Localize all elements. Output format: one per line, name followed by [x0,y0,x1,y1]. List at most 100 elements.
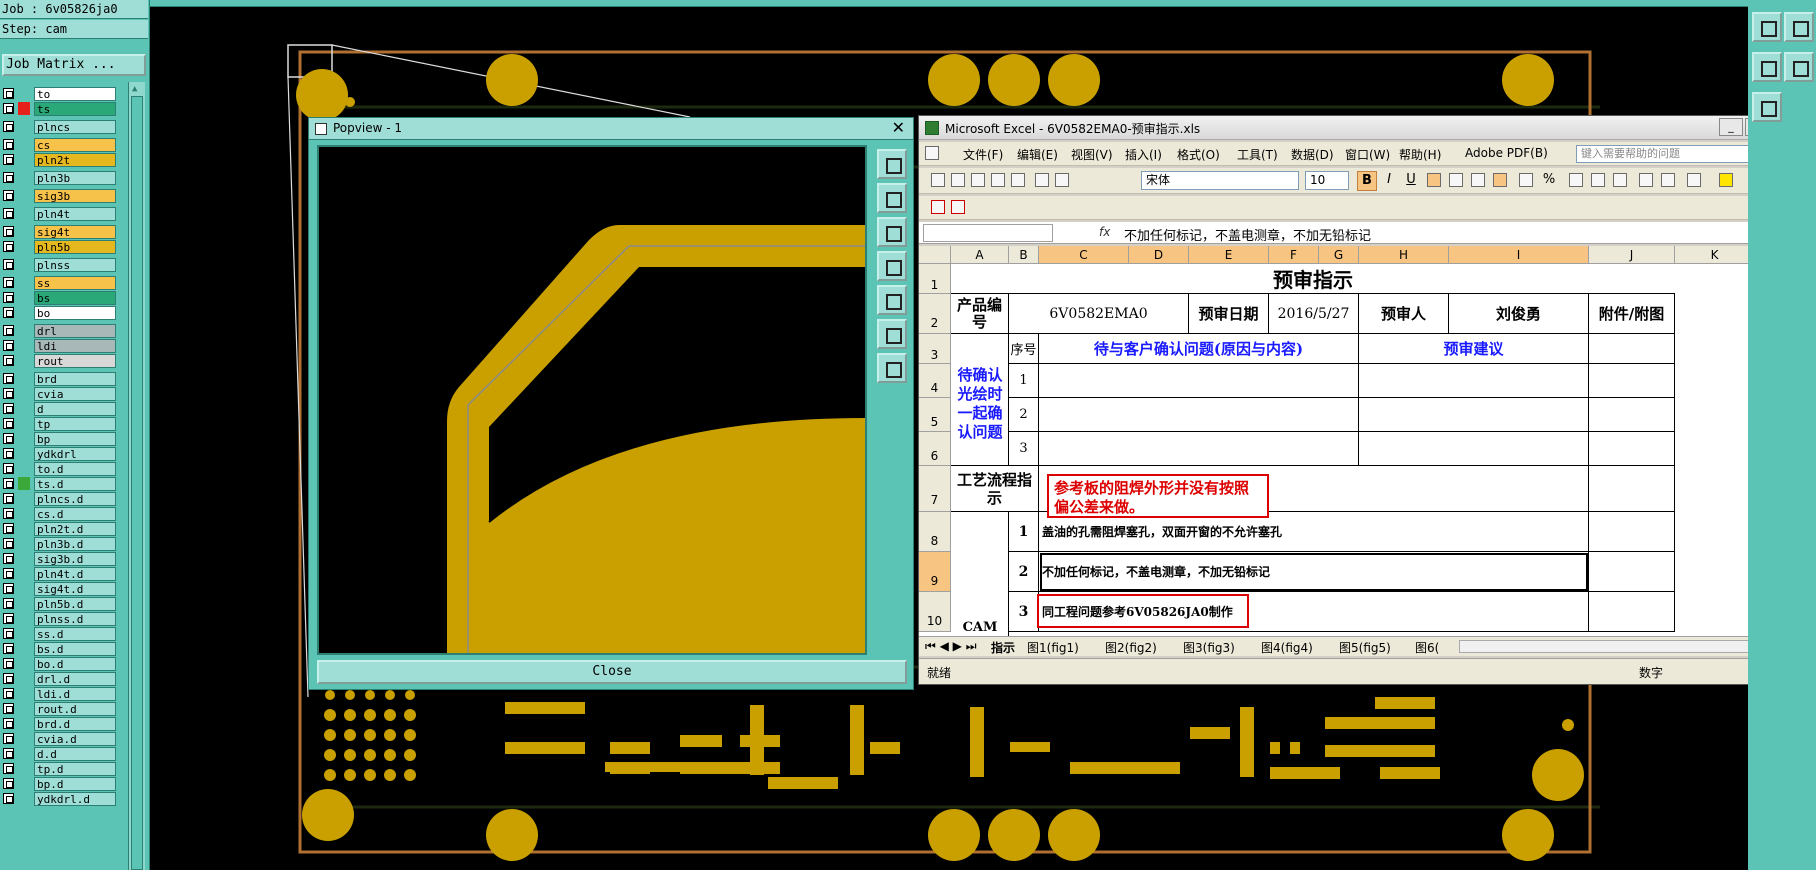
review-note-callout[interactable]: 参考板的阻焊外形并没有按照偏公差来做。 [1047,474,1269,518]
pending-num[interactable]: 3 [1009,432,1039,466]
layer-row[interactable]: sig3b [0,188,118,203]
layer-checkbox[interactable] [3,373,14,384]
scroll-thumb[interactable] [131,96,143,870]
row-header[interactable]: 4 [919,364,951,398]
layer-name[interactable]: bp.d [34,777,116,791]
layer-checkbox[interactable] [3,688,14,699]
excel-titlebar[interactable]: Microsoft Excel - 6V0582EMA0-预审指示.xls _ … [919,116,1815,140]
layer-checkbox[interactable] [3,307,14,318]
open-icon[interactable] [951,173,965,187]
layer-checkbox[interactable] [3,208,14,219]
layer-checkbox[interactable] [3,121,14,132]
layer-name[interactable]: to [34,87,116,101]
advice-cell[interactable] [1359,432,1589,466]
layer-row[interactable]: to.d [0,461,118,476]
horizontal-scrollbar[interactable] [1459,640,1779,653]
layer-row[interactable]: bs [0,290,118,305]
layer-row[interactable]: tp [0,416,118,431]
column-header[interactable]: C [1039,246,1129,264]
permission-icon[interactable] [991,173,1005,187]
layer-row[interactable]: pln5b [0,239,118,254]
formula-input[interactable]: 不加任何标记，不盖电测章，不加无铅标记 [1124,225,1371,244]
layer-name[interactable]: brd.d [34,717,116,731]
layer-row[interactable]: brd.d [0,716,118,731]
product-label[interactable]: 产品编号 [951,294,1009,334]
layer-name[interactable]: plncs [34,120,116,134]
layer-checkbox[interactable] [3,508,14,519]
layer-checkbox[interactable] [3,139,14,150]
date-value[interactable]: 2016/5/27 [1269,294,1359,334]
layer-name[interactable]: bo.d [34,657,116,671]
process-label[interactable]: 工艺流程指示 [951,466,1039,512]
zoom-in-button[interactable] [877,183,907,213]
help-search-input[interactable]: 键入需要帮助的问题 [1576,145,1754,163]
layer-row[interactable]: bp [0,431,118,446]
layer-name[interactable]: bs.d [34,642,116,656]
attachment-cell[interactable] [1589,364,1675,398]
layer-row[interactable]: drl [0,323,118,338]
layer-name[interactable]: plnss [34,258,116,272]
process-item[interactable]: 盖油的孔需阻焊塞孔，双面开窗的不允许塞孔 [1039,512,1589,552]
pending-num[interactable]: 2 [1009,398,1039,432]
row-header[interactable]: 8 [919,512,951,552]
layer-row[interactable]: sig4t.d [0,581,118,596]
layer-checkbox[interactable] [3,643,14,654]
underline-button[interactable]: U [1401,171,1421,191]
job-matrix-button[interactable]: Job Matrix ... [2,54,146,76]
view-tool-button[interactable] [1784,12,1814,42]
column-header[interactable]: D [1129,246,1189,264]
layer-checkbox[interactable] [3,478,14,489]
layer-row[interactable]: sig4t [0,224,118,239]
layer-checkbox[interactable] [3,778,14,789]
attachment-cell[interactable] [1589,334,1675,364]
layer-row[interactable]: rout.d [0,701,118,716]
sheet-tab[interactable]: 图6( [1415,639,1439,656]
layer-checkbox[interactable] [3,103,14,114]
layer-checkbox[interactable] [3,733,14,744]
close-button[interactable]: Close [317,660,907,684]
layer-name[interactable]: tp.d [34,762,116,776]
layer-checkbox[interactable] [3,523,14,534]
layer-row[interactable]: plncs.d [0,491,118,506]
worksheet-grid[interactable]: A B C D E F G H I J K 1 2 3 4 5 6 7 8 9 … [919,246,1815,636]
view-tool-button[interactable] [1752,52,1782,82]
layer-row[interactable]: pln5b.d [0,596,118,611]
column-header[interactable]: J [1589,246,1675,264]
layer-name[interactable]: pln5b [34,240,116,254]
decrease-indent-icon[interactable] [1639,173,1653,187]
reviewer-value[interactable]: 刘俊勇 [1449,294,1589,334]
row-header[interactable]: 3 [919,334,951,364]
layer-name[interactable]: sig4t [34,225,116,239]
layer-row[interactable]: pln3b [0,170,118,185]
row-header[interactable]: 10 [919,592,951,632]
row-header[interactable]: 2 [919,294,951,334]
date-label[interactable]: 预审日期 [1189,294,1269,334]
layer-checkbox[interactable] [3,793,14,804]
layer-name[interactable]: rout [34,354,116,368]
layer-name[interactable]: pln3b [34,171,116,185]
process-num[interactable]: 2 [1009,552,1039,592]
font-name-select[interactable]: 宋体 [1141,171,1299,190]
italic-button[interactable]: I [1379,171,1399,191]
advice-cell[interactable] [1359,364,1589,398]
layer-row[interactable]: bs.d [0,641,118,656]
scroll-up-icon[interactable]: ▲ [132,84,137,94]
layer-checkbox[interactable] [3,448,14,459]
cam-group-cell[interactable] [951,512,1009,636]
row-header[interactable]: 5 [919,398,951,432]
sheet-tab[interactable]: 图3(fig3) [1183,639,1235,656]
layer-name[interactable]: cs [34,138,116,152]
layer-name[interactable]: rout.d [34,702,116,716]
currency-icon[interactable] [1519,173,1533,187]
layer-row[interactable]: cvia [0,386,118,401]
column-header[interactable]: F [1269,246,1319,264]
layer-row[interactable]: plncs [0,119,118,134]
row-header[interactable]: 9 [919,552,951,592]
layer-name[interactable]: sig3b [34,189,116,203]
popview-window[interactable]: Popview - 1 ✕ Close [308,117,914,690]
excel-window[interactable]: Microsoft Excel - 6V0582EMA0-预审指示.xls _ … [918,115,1816,685]
layer-name[interactable]: pln3b.d [34,537,116,551]
layer-row[interactable]: plnss [0,257,118,272]
process-item-selected[interactable]: 不加任何标记，不盖电测章，不加无铅标记 [1039,552,1589,592]
layer-name[interactable]: ts [34,102,116,116]
